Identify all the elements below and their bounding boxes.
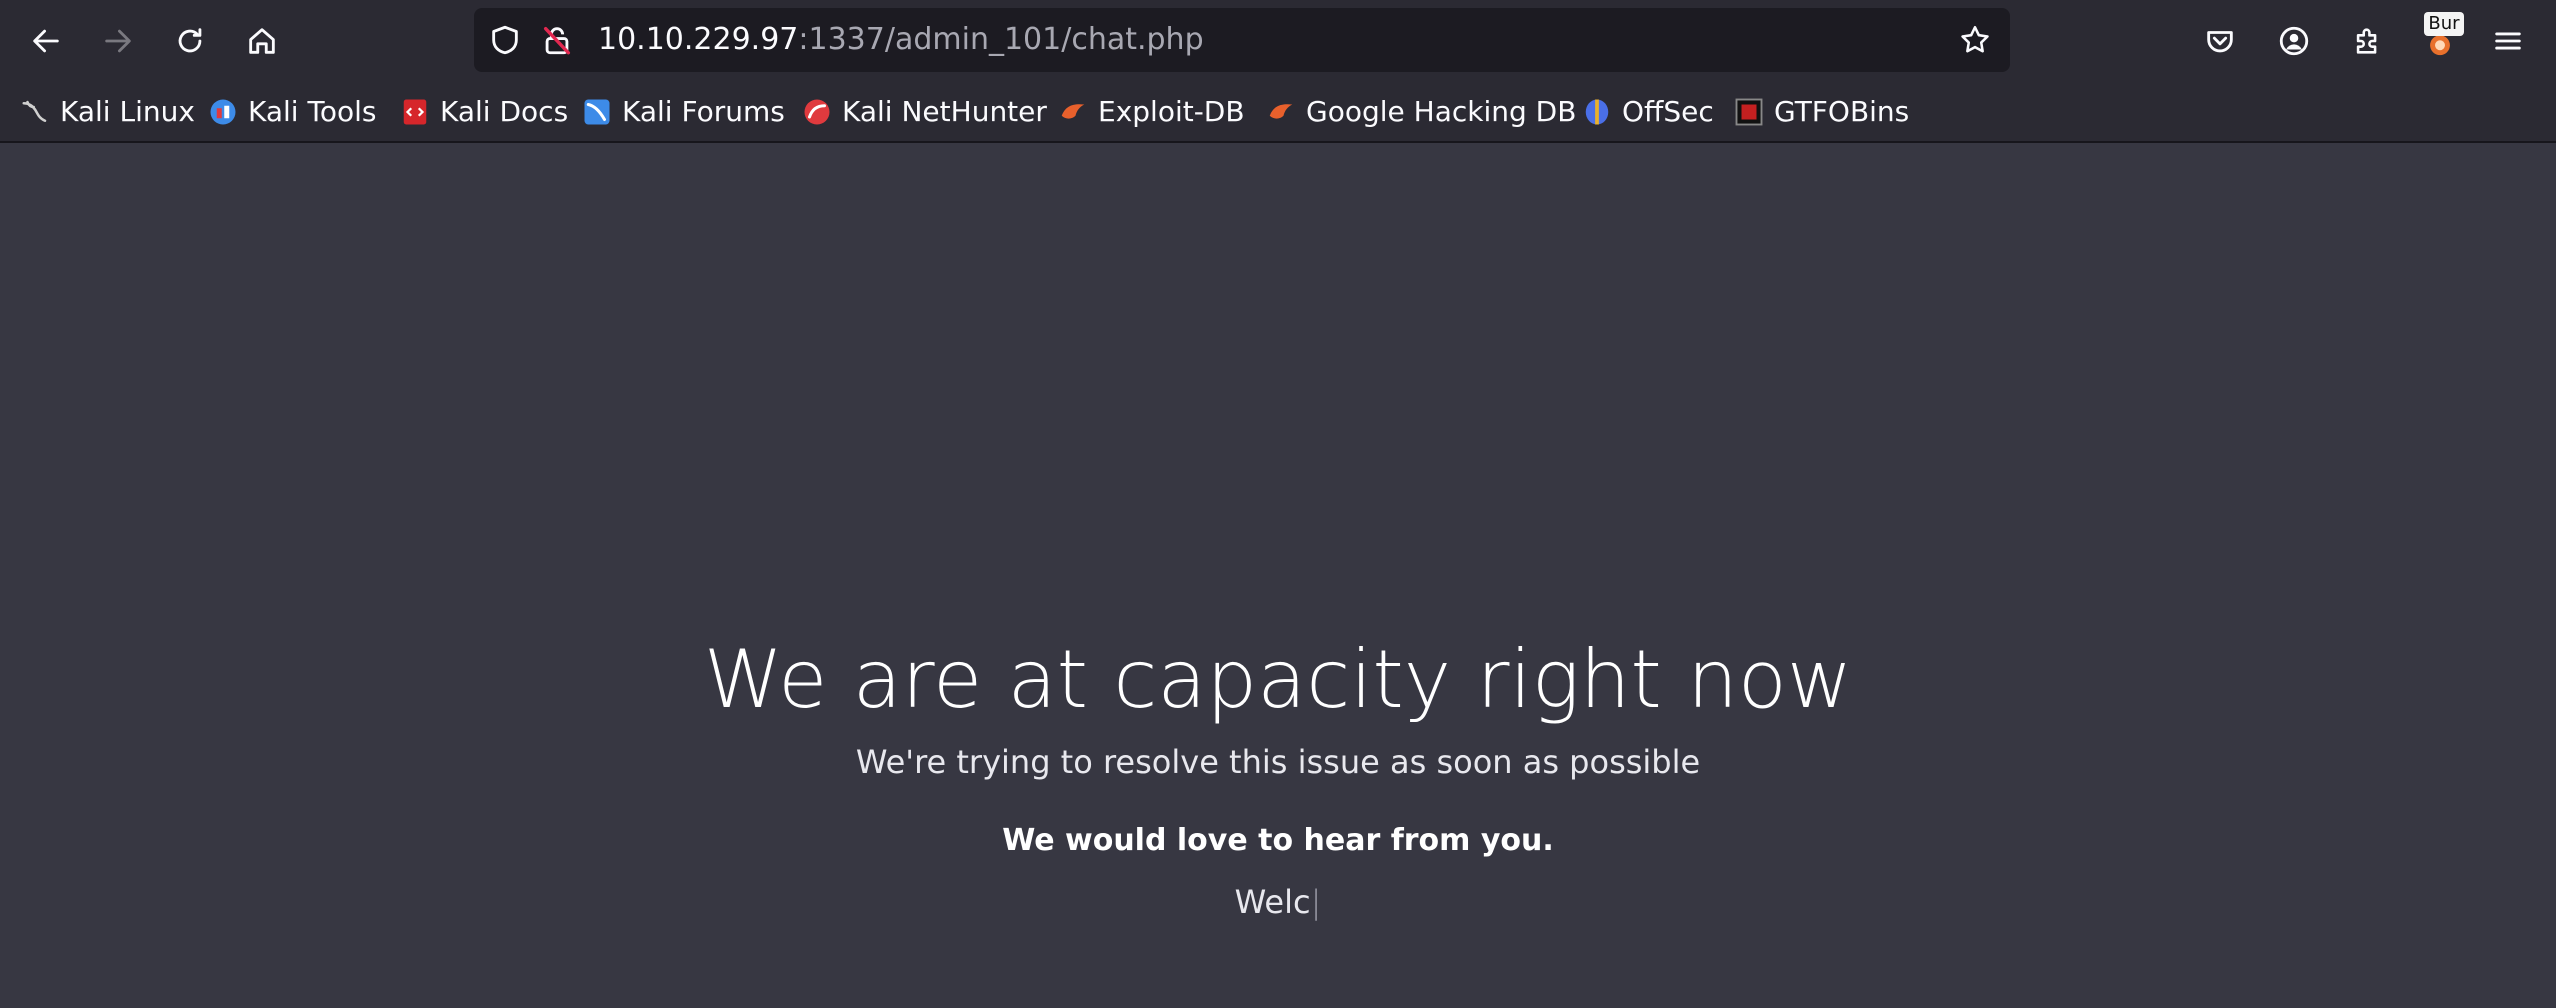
menu-button[interactable] <box>2480 13 2536 69</box>
bookmark-label: Kali Forums <box>622 95 785 128</box>
kali-docs-icon <box>403 99 427 124</box>
exploit-db-icon <box>1061 103 1085 119</box>
insecure-lock-icon[interactable] <box>540 23 574 57</box>
bookmark-kali-nethunter[interactable]: Kali NetHunter <box>802 82 1047 141</box>
back-button[interactable] <box>18 13 74 69</box>
bookmark-kali-docs[interactable]: Kali Docs <box>400 82 568 141</box>
bookmark-label: Kali Linux <box>60 95 195 128</box>
bookmark-google-hacking-db[interactable]: Google Hacking DB <box>1266 82 1576 141</box>
home-icon <box>249 28 275 54</box>
forward-button[interactable] <box>90 13 146 69</box>
address-bar[interactable]: 10.10.229.97:1337/admin_101/chat.php <box>474 8 2010 72</box>
bookmark-offsec[interactable]: OffSec <box>1582 82 1714 141</box>
page-headline: We are at capacity right now <box>703 633 1853 726</box>
account-button[interactable] <box>2266 13 2322 69</box>
page-subline: We're trying to resolve this issue as so… <box>855 743 1701 781</box>
url-text[interactable]: 10.10.229.97:1337/admin_101/chat.php <box>598 8 1204 72</box>
kali-dragon-icon <box>22 100 47 122</box>
ghdb-icon <box>1269 103 1293 119</box>
bookmark-gtfobins[interactable]: GTFOBins <box>1734 82 1909 141</box>
shield-icon[interactable] <box>488 23 522 57</box>
bookmark-exploit-db[interactable]: Exploit-DB <box>1058 82 1245 141</box>
browser-toolbar: 10.10.229.97:1337/admin_101/chat.php Bur <box>0 0 2556 82</box>
url-host: 10.10.229.97 <box>598 22 799 57</box>
reload-icon <box>178 28 202 53</box>
page-content: We are at capacity right now We're tryin… <box>0 143 2556 1008</box>
reload-button[interactable] <box>162 13 218 69</box>
url-path: :1337/admin_101/chat.php <box>798 22 1204 57</box>
home-button[interactable] <box>234 13 290 69</box>
forward-arrow-icon <box>105 29 131 53</box>
account-icon <box>2279 26 2309 56</box>
back-arrow-icon <box>33 29 59 53</box>
puzzle-icon <box>2356 28 2377 54</box>
bookmark-kali-linux[interactable]: Kali Linux <box>20 82 195 141</box>
hamburger-menu-icon <box>2495 32 2521 50</box>
typewriter-text: Welc| <box>0 883 2556 921</box>
bookmarks-toolbar: Kali Linux Kali Tools Kali Docs Kali For… <box>0 82 2556 143</box>
bookmark-label: Kali NetHunter <box>842 95 1047 128</box>
bookmark-label: Exploit-DB <box>1098 95 1245 128</box>
kali-tools-icon <box>210 99 236 124</box>
bookmark-label: OffSec <box>1622 95 1714 128</box>
bookmark-label: Kali Docs <box>440 95 569 128</box>
pocket-icon <box>2207 31 2233 53</box>
typed-text: Welc <box>1234 883 1311 921</box>
bookmark-label: GTFOBins <box>1774 95 1910 128</box>
burp-badge: Bur <box>2424 12 2464 36</box>
contact-heading: We would love to hear from you. <box>1002 823 1554 858</box>
pocket-button[interactable] <box>2192 13 2248 69</box>
extensions-button[interactable] <box>2340 13 2396 69</box>
offsec-icon <box>1585 99 1609 124</box>
bookmark-kali-forums[interactable]: Kali Forums <box>582 82 785 141</box>
bookmark-label: Google Hacking DB <box>1306 95 1577 128</box>
kali-forums-icon <box>584 99 610 124</box>
text-cursor: | <box>1310 883 1322 921</box>
bookmark-label: Kali Tools <box>248 95 377 128</box>
bookmark-kali-tools[interactable]: Kali Tools <box>208 82 376 141</box>
kali-nethunter-icon <box>804 99 830 124</box>
bookmark-star-icon[interactable] <box>1958 23 1992 57</box>
gtfobins-icon <box>1735 98 1763 125</box>
